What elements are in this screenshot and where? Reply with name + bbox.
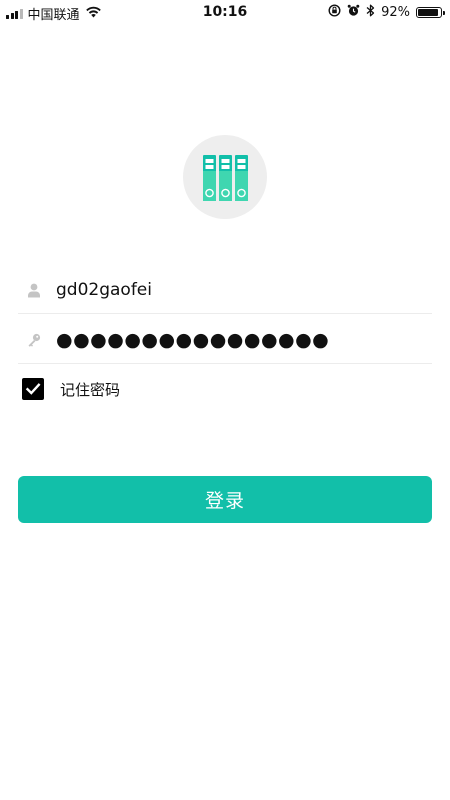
status-bar: 中国联通 10:16 92% bbox=[0, 0, 450, 24]
key-icon bbox=[26, 332, 42, 348]
login-button[interactable]: 登录 bbox=[18, 476, 432, 523]
app-logo bbox=[183, 135, 267, 219]
battery-percent: 92% bbox=[381, 5, 410, 20]
bluetooth-icon bbox=[366, 4, 375, 21]
username-input[interactable] bbox=[56, 276, 416, 304]
status-bar-right: 92% bbox=[328, 4, 445, 21]
remember-password-checkbox[interactable] bbox=[22, 378, 44, 400]
alarm-icon bbox=[347, 4, 360, 21]
remember-password-label: 记住密码 bbox=[60, 380, 121, 399]
user-icon bbox=[26, 282, 42, 298]
orientation-lock-icon bbox=[328, 4, 341, 21]
remember-password-row[interactable]: 记住密码 bbox=[22, 378, 120, 400]
checkmark-icon bbox=[25, 383, 41, 395]
password-input[interactable] bbox=[56, 326, 416, 354]
username-field bbox=[18, 266, 432, 314]
binders-icon bbox=[203, 155, 248, 201]
password-field bbox=[18, 316, 432, 364]
battery-level bbox=[418, 9, 439, 16]
battery-icon bbox=[416, 7, 445, 18]
login-screen: 中国联通 10:16 92% gd02gaofei ●●●●●●●●●●●●●●… bbox=[0, 0, 450, 800]
